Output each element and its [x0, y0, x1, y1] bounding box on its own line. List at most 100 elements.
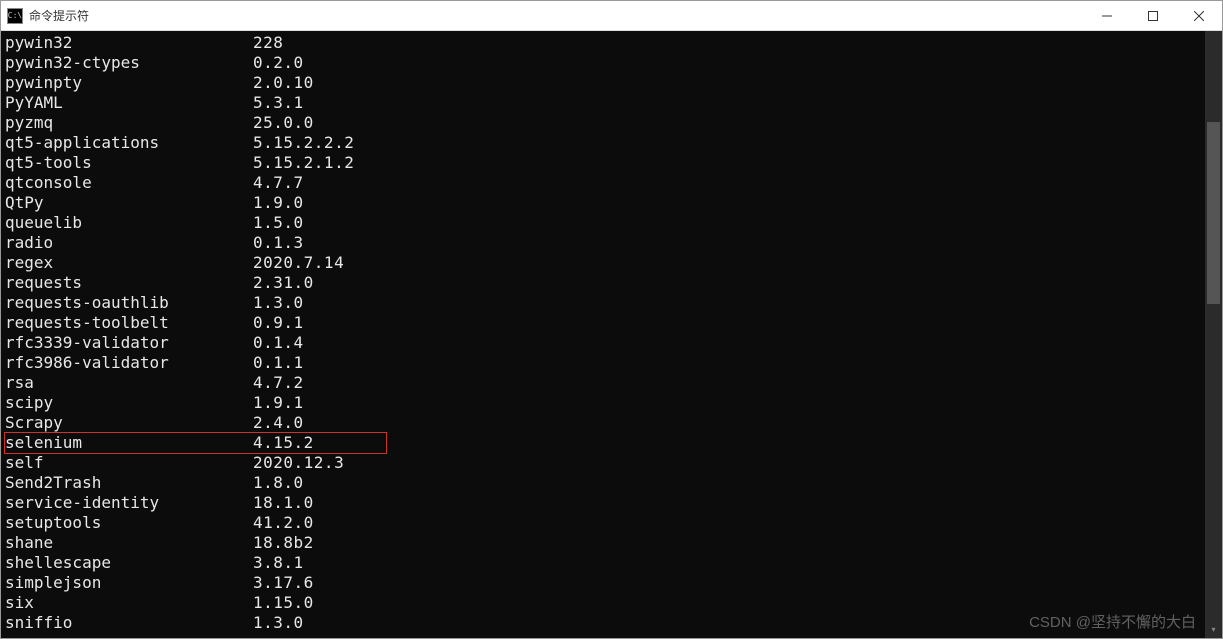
package-row: requests2.31.0: [5, 273, 1201, 293]
package-row: rsa4.7.2: [5, 373, 1201, 393]
vertical-scrollbar[interactable]: ▾: [1205, 31, 1222, 638]
package-name: Scrapy: [5, 413, 253, 433]
package-version: 1.5.0: [253, 213, 304, 233]
package-version: 2.31.0: [253, 273, 314, 293]
package-name: Send2Trash: [5, 473, 253, 493]
package-version: 5.3.1: [253, 93, 304, 113]
package-version: 1.9.1: [253, 393, 304, 413]
package-row: requests-toolbelt0.9.1: [5, 313, 1201, 333]
package-version: 2.4.0: [253, 413, 304, 433]
package-version: 5.15.2.1.2: [253, 153, 354, 173]
package-version: 1.9.0: [253, 193, 304, 213]
package-row: shane18.8b2: [5, 533, 1201, 553]
package-row: selenium4.15.2: [4, 432, 387, 454]
package-row: simplejson3.17.6: [5, 573, 1201, 593]
package-row: service-identity18.1.0: [5, 493, 1201, 513]
package-version: 1.3.0: [253, 293, 304, 313]
package-name: pywinpty: [5, 73, 253, 93]
package-row: pyzmq25.0.0: [5, 113, 1201, 133]
package-version: 18.1.0: [253, 493, 314, 513]
package-name: rfc3339-validator: [5, 333, 253, 353]
package-row: queuelib1.5.0: [5, 213, 1201, 233]
package-row: Scrapy2.4.0: [5, 413, 1201, 433]
package-version: 1.15.0: [253, 593, 314, 613]
window-title: 命令提示符: [29, 7, 89, 24]
package-name: self: [5, 453, 253, 473]
package-version: 3.8.1: [253, 553, 304, 573]
package-version: 4.7.7: [253, 173, 304, 193]
package-row: QtPy1.9.0: [5, 193, 1201, 213]
package-name: pyzmq: [5, 113, 253, 133]
package-version: 228: [253, 33, 283, 53]
package-version: 0.1.3: [253, 233, 304, 253]
package-row: rfc3339-validator0.1.4: [5, 333, 1201, 353]
package-row: regex2020.7.14: [5, 253, 1201, 273]
package-name: qt5-tools: [5, 153, 253, 173]
package-row: Send2Trash1.8.0: [5, 473, 1201, 493]
package-name: simplejson: [5, 573, 253, 593]
package-name: requests: [5, 273, 253, 293]
package-version: 2.0.10: [253, 73, 314, 93]
package-name: sniffio: [5, 613, 253, 633]
package-row: qtconsole4.7.7: [5, 173, 1201, 193]
package-row: setuptools41.2.0: [5, 513, 1201, 533]
package-name: rsa: [5, 373, 253, 393]
package-name: qtconsole: [5, 173, 253, 193]
maximize-icon: [1148, 11, 1158, 21]
package-name: pywin32-ctypes: [5, 53, 253, 73]
package-version: 0.1.4: [253, 333, 304, 353]
package-row: sniffio1.3.0: [5, 613, 1201, 633]
titlebar[interactable]: C:\ 命令提示符: [1, 1, 1222, 31]
maximize-button[interactable]: [1130, 1, 1176, 30]
package-version: 4.7.2: [253, 373, 304, 393]
package-version: 3.17.6: [253, 573, 314, 593]
minimize-button[interactable]: [1084, 1, 1130, 30]
package-name: requests-oauthlib: [5, 293, 253, 313]
package-row: pywinpty2.0.10: [5, 73, 1201, 93]
package-name: six: [5, 593, 253, 613]
package-version: 2020.7.14: [253, 253, 344, 273]
terminal-area: pywin32228pywin32-ctypes0.2.0pywinpty2.0…: [1, 31, 1222, 638]
package-row: PyYAML5.3.1: [5, 93, 1201, 113]
package-row: shellescape3.8.1: [5, 553, 1201, 573]
package-row: pywin32-ctypes0.2.0: [5, 53, 1201, 73]
package-row: six1.15.0: [5, 593, 1201, 613]
package-name: shellescape: [5, 553, 253, 573]
package-version: 1.3.0: [253, 613, 304, 633]
package-row: qt5-tools5.15.2.1.2: [5, 153, 1201, 173]
command-prompt-window: C:\ 命令提示符 pywin32228pywin32-ctypes0.2.0p…: [0, 0, 1223, 639]
scrollbar-thumb[interactable]: [1207, 122, 1220, 304]
package-version: 2020.12.3: [253, 453, 344, 473]
package-name: scipy: [5, 393, 253, 413]
package-row: requests-oauthlib1.3.0: [5, 293, 1201, 313]
package-row: qt5-applications5.15.2.2.2: [5, 133, 1201, 153]
package-row: scipy1.9.1: [5, 393, 1201, 413]
package-version: 18.8b2: [253, 533, 314, 553]
scroll-down-arrow[interactable]: ▾: [1205, 621, 1222, 638]
package-version: 25.0.0: [253, 113, 314, 133]
package-version: 0.2.0: [253, 53, 304, 73]
close-button[interactable]: [1176, 1, 1222, 30]
scroll-up-arrow[interactable]: [1205, 31, 1222, 48]
package-name: shane: [5, 533, 253, 553]
minimize-icon: [1102, 11, 1112, 21]
package-name: rfc3986-validator: [5, 353, 253, 373]
close-icon: [1194, 11, 1204, 21]
window-controls: [1084, 1, 1222, 30]
package-name: selenium: [5, 433, 253, 453]
package-name: radio: [5, 233, 253, 253]
package-name: qt5-applications: [5, 133, 253, 153]
package-version: 41.2.0: [253, 513, 314, 533]
package-name: service-identity: [5, 493, 253, 513]
package-version: 5.15.2.2.2: [253, 133, 354, 153]
package-name: QtPy: [5, 193, 253, 213]
terminal-output[interactable]: pywin32228pywin32-ctypes0.2.0pywinpty2.0…: [1, 31, 1205, 638]
package-row: self2020.12.3: [5, 453, 1201, 473]
package-name: PyYAML: [5, 93, 253, 113]
package-row: pywin32228: [5, 33, 1201, 53]
package-name: pywin32: [5, 33, 253, 53]
package-row: rfc3986-validator0.1.1: [5, 353, 1201, 373]
package-name: setuptools: [5, 513, 253, 533]
package-name: queuelib: [5, 213, 253, 233]
app-icon: C:\: [7, 8, 23, 24]
